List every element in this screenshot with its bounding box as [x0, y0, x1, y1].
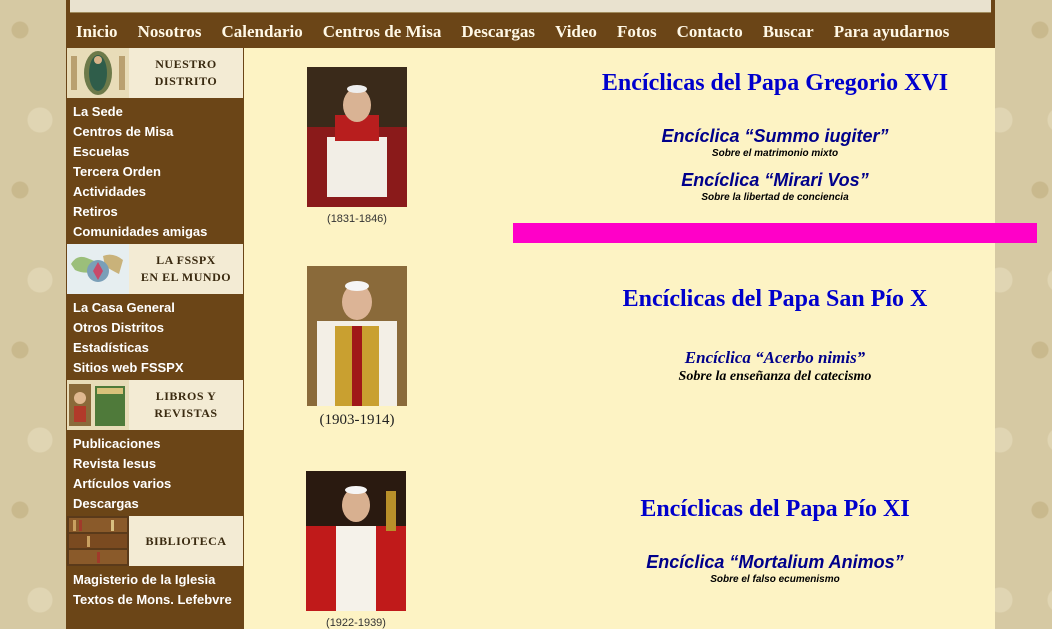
sidebar-item-la-casa-general[interactable]: La Casa General	[73, 298, 244, 318]
encyclical-subtitle: Sobre el matrimonio mixto	[711, 148, 839, 159]
encyclical-subtitle: Sobre el falso ecumenismo	[710, 574, 840, 585]
sidebar-item-la-sede[interactable]: La Sede	[73, 102, 244, 122]
sidebar-list: La Sede Centros de Misa Escuelas Tercera…	[66, 98, 244, 244]
nav-centros-de-misa[interactable]: Centros de Misa	[313, 22, 452, 42]
sidebar-item-otros-distritos[interactable]: Otros Distritos	[73, 318, 244, 338]
encyclical-entry: Encíclica “Mirari Vos” Sobre la libertad…	[513, 170, 1037, 203]
section-title[interactable]: Encíclicas del Papa Gregorio XVI	[513, 70, 1037, 97]
nav-nosotros[interactable]: Nosotros	[128, 22, 212, 42]
nav-contacto[interactable]: Contacto	[667, 22, 753, 42]
world-map-icon	[67, 244, 129, 294]
encyclical-link[interactable]: Encíclica “Acerbo nimis”	[513, 348, 1037, 368]
sidebar-item-articulos-varios[interactable]: Artículos varios	[73, 474, 244, 494]
pope-pio-xi: (1922-1939)	[306, 471, 406, 629]
section-divider	[513, 223, 1037, 243]
encyclical-entry: Encíclica “Acerbo nimis” Sobre la enseña…	[513, 348, 1037, 385]
encyclical-link[interactable]: Encíclica “Summo iugiter”	[513, 126, 1037, 147]
sidebar-header-libros-revistas[interactable]: LIBROS Y REVISTAS	[67, 380, 243, 430]
pope-years: (1903-1914)	[319, 412, 395, 428]
nav-inicio[interactable]: Inicio	[66, 22, 128, 42]
sidebar-list: Publicaciones Revista Iesus Artículos va…	[66, 430, 244, 516]
nav-fotos[interactable]: Fotos	[607, 22, 667, 42]
encyclical-link[interactable]: Encíclica “Mortalium Animos”	[513, 552, 1037, 573]
sidebar-item-descargas[interactable]: Descargas	[73, 494, 244, 514]
sidebar-item-estadisticas[interactable]: Estadísticas	[73, 338, 244, 358]
pope-gregorio-xvi: (1831-1846)	[307, 67, 407, 225]
pope-years: (1831-1846)	[327, 213, 387, 225]
sidebar-list: La Casa General Otros Distritos Estadíst…	[66, 294, 244, 380]
sidebar-header-title: BIBLIOTECA	[145, 533, 227, 548]
main-content: (1831-1846) Encíclicas del Papa Gregorio…	[244, 48, 1037, 629]
encyclical-link[interactable]: Encíclica “Mirari Vos”	[513, 170, 1037, 191]
sidebar-header-title: LA FSSPX EN EL MUNDO	[140, 253, 232, 284]
sidebar-item-revista-iesus[interactable]: Revista Iesus	[73, 454, 244, 474]
pope-san-pio-x: (1903-1914)	[307, 266, 407, 429]
virgin-image-icon	[67, 48, 129, 98]
nav-para-ayudarnos[interactable]: Para ayudarnos	[824, 22, 960, 42]
sidebar-list: Magisterio de la Iglesia Textos de Mons.…	[66, 566, 244, 612]
sidebar-header-fsspx-mundo[interactable]: LA FSSPX EN EL MUNDO	[67, 244, 243, 294]
header-banner	[66, 0, 995, 16]
sidebar-item-actividades[interactable]: Actividades	[73, 182, 244, 202]
sidebar-header-title: LIBROS Y REVISTAS	[154, 389, 218, 420]
sidebar-item-magisterio[interactable]: Magisterio de la Iglesia	[73, 570, 244, 590]
encyclical-subtitle: Sobre la libertad de conciencia	[701, 192, 849, 203]
sidebar: NUESTRO DISTRITO La Sede Centros de Misa…	[66, 48, 244, 629]
sidebar-item-comunidades-amigas[interactable]: Comunidades amigas	[73, 222, 244, 242]
main-nav: Inicio Nosotros Calendario Centros de Mi…	[66, 16, 995, 48]
sidebar-item-textos-lefebvre[interactable]: Textos de Mons. Lefebvre	[73, 590, 244, 610]
section-title[interactable]: Encíclicas del Papa Pío XI	[513, 496, 1037, 523]
sidebar-item-tercera-orden[interactable]: Tercera Orden	[73, 162, 244, 182]
nav-calendario[interactable]: Calendario	[211, 22, 312, 42]
pope-portrait-image	[306, 471, 406, 611]
nav-video[interactable]: Video	[545, 22, 607, 42]
nav-buscar[interactable]: Buscar	[753, 22, 824, 42]
encyclical-subtitle: Sobre la enseñanza del catecismo	[678, 369, 872, 384]
magazines-icon	[67, 380, 129, 430]
nav-descargas[interactable]: Descargas	[451, 22, 545, 42]
sidebar-item-retiros[interactable]: Retiros	[73, 202, 244, 222]
sidebar-header-nuestro-distrito[interactable]: NUESTRO DISTRITO	[67, 48, 243, 98]
page-frame: Inicio Nosotros Calendario Centros de Mi…	[66, 0, 1037, 629]
bookshelf-icon	[67, 516, 129, 566]
encyclical-entry: Encíclica “Mortalium Animos” Sobre el fa…	[513, 552, 1037, 585]
pope-portrait-image	[307, 266, 407, 406]
sidebar-item-escuelas[interactable]: Escuelas	[73, 142, 244, 162]
section-title[interactable]: Encíclicas del Papa San Pío X	[513, 286, 1037, 313]
sidebar-item-sitios-web[interactable]: Sitios web FSSPX	[73, 358, 244, 378]
sidebar-header-title: NUESTRO DISTRITO	[154, 57, 218, 88]
sidebar-item-centros-de-misa[interactable]: Centros de Misa	[73, 122, 244, 142]
sidebar-item-publicaciones[interactable]: Publicaciones	[73, 434, 244, 454]
pope-years: (1922-1939)	[326, 617, 386, 629]
encyclical-entry: Encíclica “Summo iugiter” Sobre el matri…	[513, 126, 1037, 159]
pope-portrait-image	[307, 67, 407, 207]
sidebar-header-biblioteca[interactable]: BIBLIOTECA	[67, 516, 243, 566]
